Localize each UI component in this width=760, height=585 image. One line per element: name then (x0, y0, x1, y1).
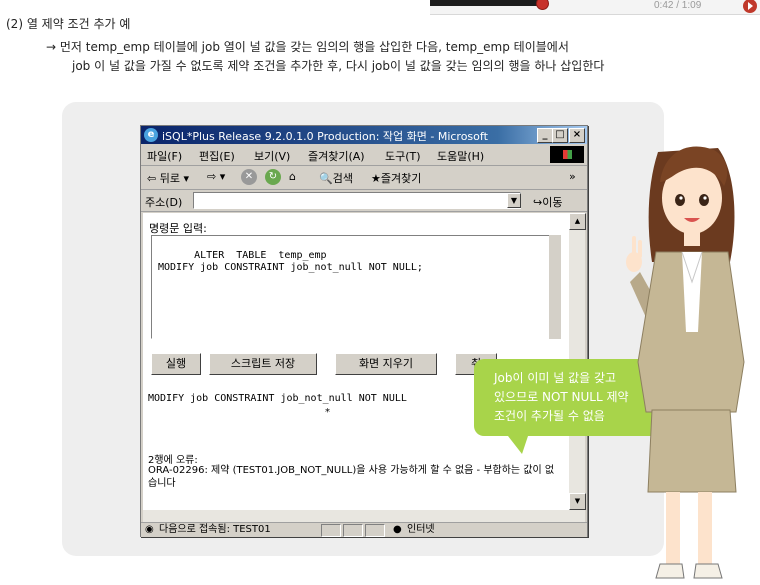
error-position-marker: * (325, 407, 330, 418)
ie-icon: e (144, 128, 158, 142)
sql-input[interactable]: ALTER TABLE temp_emp MODIFY job CONSTRAI… (151, 235, 561, 339)
address-bar: 주소(D) ▼ ↪이동 (141, 190, 587, 212)
toolbar: ⇦ 뒤로 ▾ ⇨ ▾ ✕ ↻ ⌂ 🔍검색 ★즐겨찾기 » (141, 166, 587, 190)
presenter-character-illustration (626, 146, 745, 579)
maximize-button[interactable]: □ (552, 128, 568, 143)
horizontal-scrollbar[interactable] (143, 510, 585, 522)
status-segment (365, 524, 385, 537)
callout-line-1: Job이 이미 널 값을 갖고 (494, 371, 617, 385)
menu-bar: 파일(F) 편집(E) 보기(V) 즐겨찾기(A) 도구(T) 도움말(H) (141, 145, 587, 166)
address-dropdown-icon[interactable]: ▼ (507, 193, 521, 208)
status-text: 다음으로 접속됨: TEST01 (159, 524, 271, 535)
home-icon[interactable]: ⌂ (289, 170, 296, 183)
command-label: 명령문 입력: (149, 222, 207, 235)
status-segment (321, 524, 341, 537)
clear-screen-button[interactable]: 화면 지우기 (335, 353, 437, 375)
status-bar: ◉ 다음으로 접속됨: TEST01 ● 인터넷 (141, 522, 587, 537)
scroll-up-icon[interactable]: ▲ (569, 213, 586, 230)
refresh-icon[interactable]: ↻ (265, 169, 281, 185)
menu-favorites[interactable]: 즐겨찾기(A) (308, 148, 365, 164)
echoed-command: MODIFY job CONSTRAINT job_not_null NOT N… (148, 393, 407, 404)
page-status-icon: ◉ (145, 524, 154, 535)
back-label: 뒤로 (159, 172, 180, 185)
status-segment (343, 524, 363, 537)
error-message: ORA-02296: 제약 (TEST01.JOB_NOT_NULL)을 사용 … (148, 465, 555, 489)
description-line-1: → 먼저 temp_emp 테이블에 job 열이 널 값을 갖는 임의의 행을… (46, 40, 569, 54)
back-button[interactable]: ⇦ 뒤로 ▾ (147, 170, 189, 186)
toolbar-overflow-icon[interactable]: » (569, 170, 576, 183)
menu-edit[interactable]: 편집(E) (199, 148, 235, 164)
go-label: 이동 (542, 196, 563, 209)
zone-label: 인터넷 (407, 524, 435, 535)
search-button[interactable]: 🔍검색 (319, 170, 353, 186)
browser-window: e iSQL*Plus Release 9.2.0.1.0 Production… (140, 125, 588, 537)
section-heading: (2) 열 제약 조건 추가 예 (6, 17, 131, 31)
callout-line-2: 있으므로 NOT NULL 제약 (494, 390, 629, 404)
menu-help[interactable]: 도움말(H) (437, 148, 484, 164)
close-button[interactable]: × (569, 128, 585, 143)
address-input[interactable] (193, 192, 521, 209)
go-button[interactable]: ↪이동 (533, 194, 562, 210)
forward-button[interactable]: ⇨ ▾ (207, 170, 225, 183)
sql-text: ALTER TABLE temp_emp MODIFY job CONSTRAI… (158, 250, 423, 273)
internet-zone-icon: ● (393, 524, 402, 535)
time-readout: 0:42 / 1:09 (654, 0, 702, 11)
minimize-button[interactable]: _ (537, 128, 553, 143)
progress-track[interactable] (430, 0, 542, 6)
favorites-button[interactable]: ★즐겨찾기 (371, 170, 421, 186)
menu-tools[interactable]: 도구(T) (385, 148, 421, 164)
progress-knob[interactable] (536, 0, 549, 10)
windows-logo-icon (550, 146, 584, 163)
callout-line-3: 조건이 추가될 수 없음 (494, 409, 605, 423)
menu-file[interactable]: 파일(F) (147, 148, 182, 164)
save-script-button[interactable]: 스크립트 저장 (209, 353, 317, 375)
favorites-label: 즐겨찾기 (380, 172, 422, 185)
sql-scrollbar[interactable] (549, 235, 561, 339)
search-label: 검색 (332, 172, 353, 185)
stop-icon[interactable]: ✕ (241, 169, 257, 185)
window-title: iSQL*Plus Release 9.2.0.1.0 Production: … (162, 130, 488, 143)
media-player: 0:42 / 1:09 (430, 0, 760, 15)
address-label: 주소(D) (145, 196, 183, 209)
menu-view[interactable]: 보기(V) (254, 148, 290, 164)
description-line-2: job 이 널 값을 가질 수 없도록 제약 조건을 추가한 후, 다시 job… (72, 59, 605, 73)
execute-button[interactable]: 실행 (151, 353, 201, 375)
scroll-down-icon[interactable]: ▼ (569, 493, 586, 510)
window-titlebar: e iSQL*Plus Release 9.2.0.1.0 Production… (141, 126, 587, 144)
play-button[interactable] (743, 0, 757, 13)
